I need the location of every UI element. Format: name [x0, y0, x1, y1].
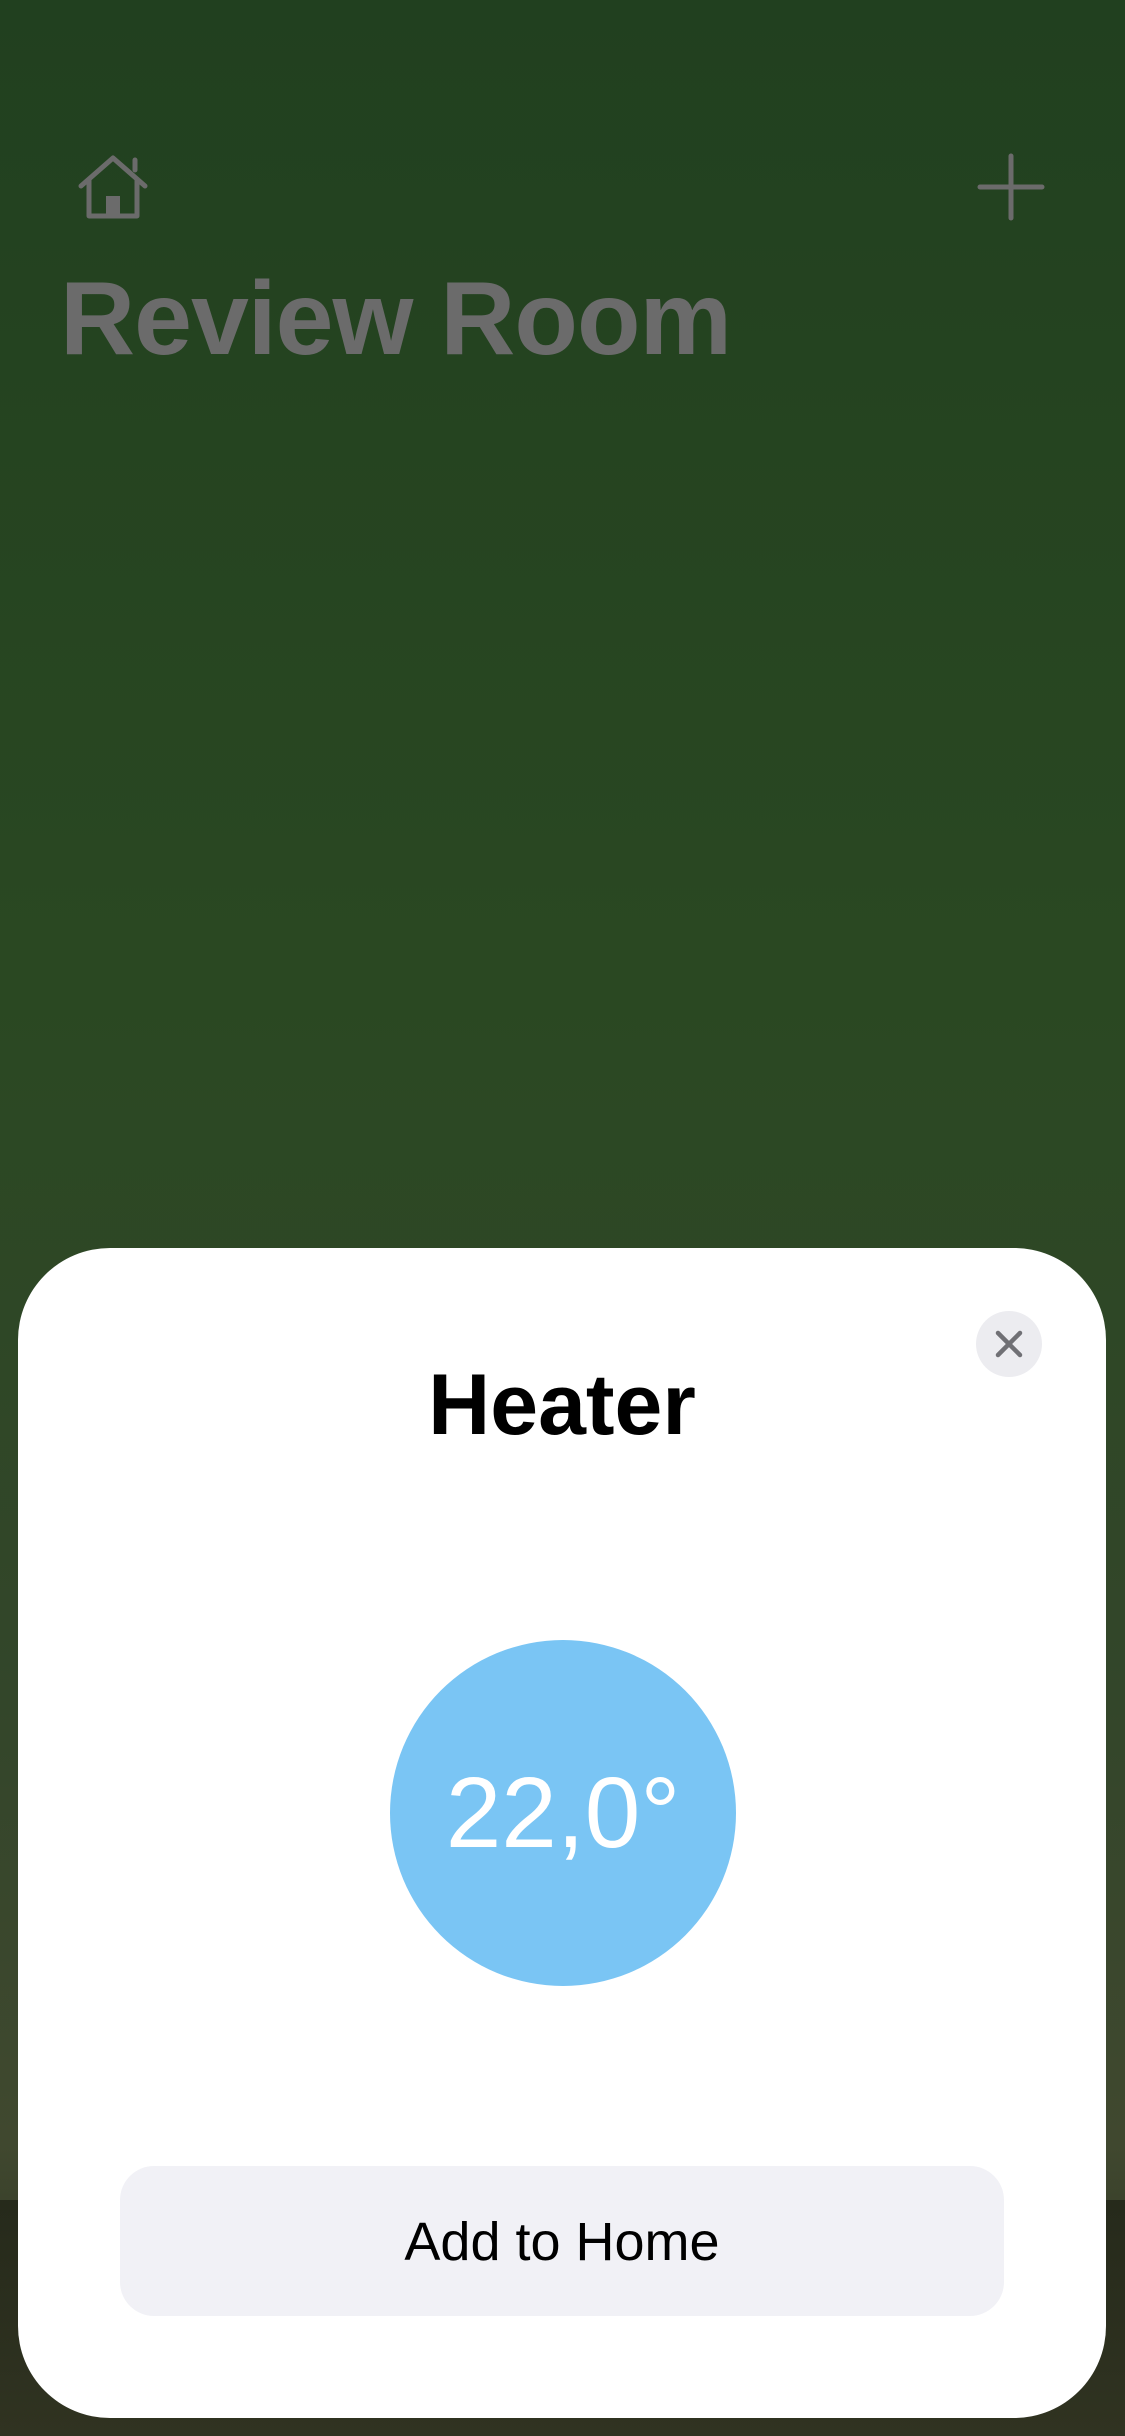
accessory-sheet: Heater 22,0° Add to Home [18, 1248, 1106, 2418]
plus-icon[interactable] [976, 152, 1046, 222]
temperature-value: 22,0° [445, 1757, 681, 1869]
page-title: Review Room [60, 261, 732, 377]
add-to-home-label: Add to Home [404, 2212, 720, 2272]
add-to-home-button[interactable]: Add to Home [120, 2166, 1004, 2316]
accessory-title: Heater [428, 1357, 696, 1453]
close-icon [995, 1330, 1023, 1358]
home-icon[interactable] [75, 152, 151, 222]
temperature-dial[interactable]: 22,0° [390, 1640, 736, 1986]
